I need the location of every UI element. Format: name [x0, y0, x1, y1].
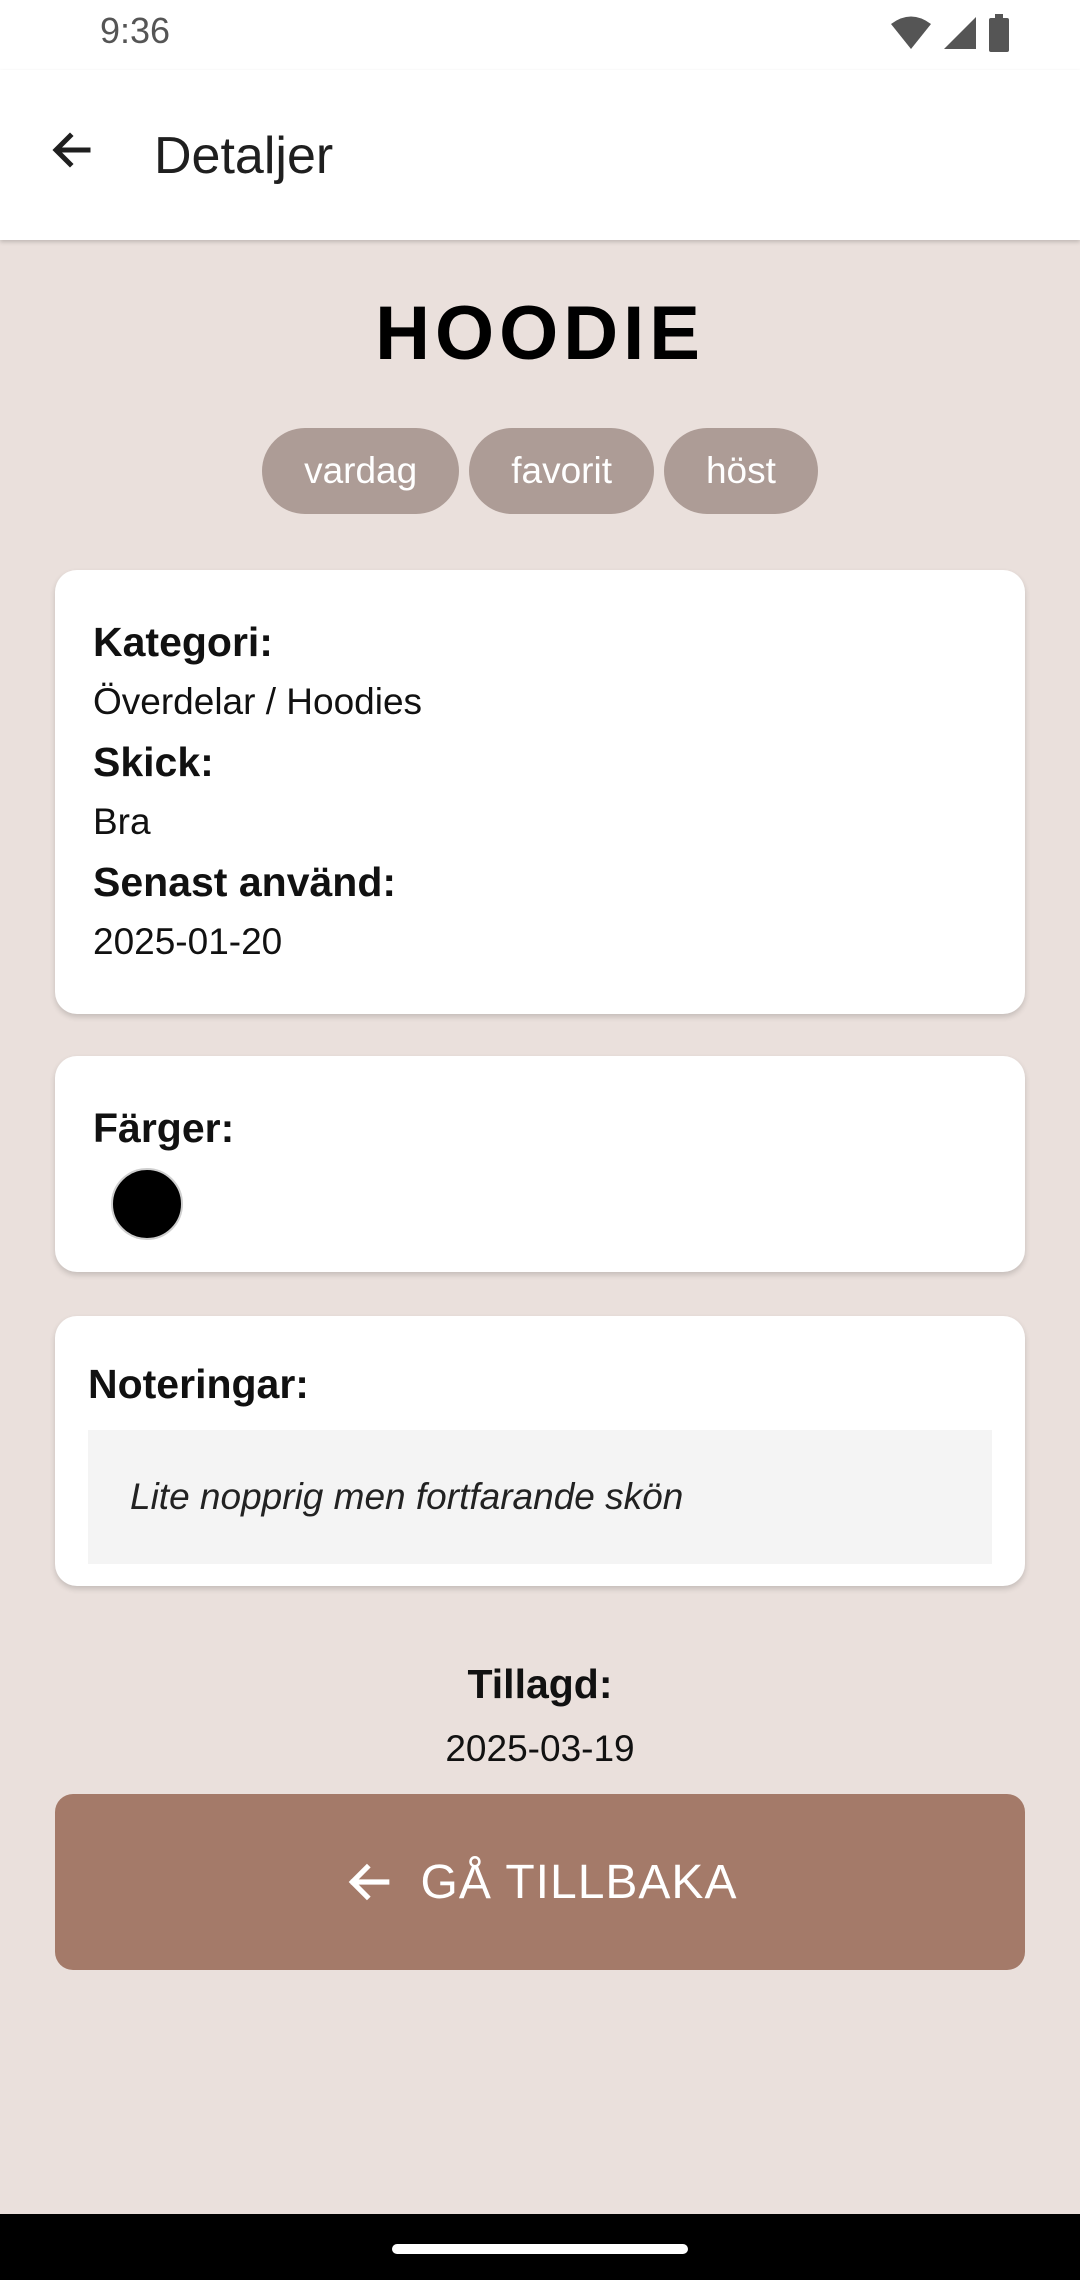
category-value: Överdelar / Hoodies [93, 681, 423, 722]
added-date-block: Tillagd: 2025-03-19 [0, 1656, 1080, 1770]
notes-card: Noteringar: Lite nopprig men fortfarande… [55, 1316, 1025, 1586]
last-used-value: 2025-01-20 [93, 921, 283, 962]
item-name: HOODIE [375, 291, 705, 376]
tag-chip: vardag [262, 428, 460, 514]
condition-label: Skick: [93, 739, 214, 785]
cellular-signal-icon [944, 17, 976, 49]
color-swatch [111, 1168, 183, 1240]
info-card: Kategori: Överdelar / Hoodies Skick: Bra… [55, 570, 1025, 1014]
note-text: Lite nopprig men fortfarande skön [88, 1430, 992, 1564]
details-screen: 9:36 Detaljer HOODIE vardag favorit höst [0, 0, 1080, 2280]
navigation-bar [0, 2214, 1080, 2280]
notes-label: Noteringar: [88, 1361, 309, 1407]
tag-chip: höst [663, 428, 818, 514]
arrow-back-icon [52, 132, 91, 168]
status-icons [890, 14, 1010, 52]
tag-list: vardag favorit höst [0, 428, 1080, 514]
colors-label: Färger: [93, 1105, 235, 1151]
wifi-icon [891, 16, 931, 49]
status-time: 9:36 [100, 10, 171, 51]
arrow-back-icon [348, 1863, 389, 1901]
colors-card: Färger: [55, 1056, 1025, 1272]
go-back-button-label: GÅ TILLBAKA [420, 1855, 738, 1909]
added-value: 2025-03-19 [445, 1728, 635, 1769]
status-bar: 9:36 [0, 0, 1080, 70]
last-used-label: Senast använd: [93, 859, 397, 905]
app-bar: Detaljer [0, 70, 1080, 240]
home-gesture-handle[interactable] [392, 2244, 688, 2254]
back-button[interactable] [30, 108, 114, 192]
category-label: Kategori: [93, 619, 273, 665]
page-title: Detaljer [154, 127, 334, 185]
go-back-button[interactable]: GÅ TILLBAKA [55, 1794, 1025, 1970]
tag-chip: favorit [469, 428, 654, 514]
battery-icon [989, 14, 1009, 52]
condition-value: Bra [93, 801, 151, 842]
added-label: Tillagd: [467, 1661, 613, 1707]
